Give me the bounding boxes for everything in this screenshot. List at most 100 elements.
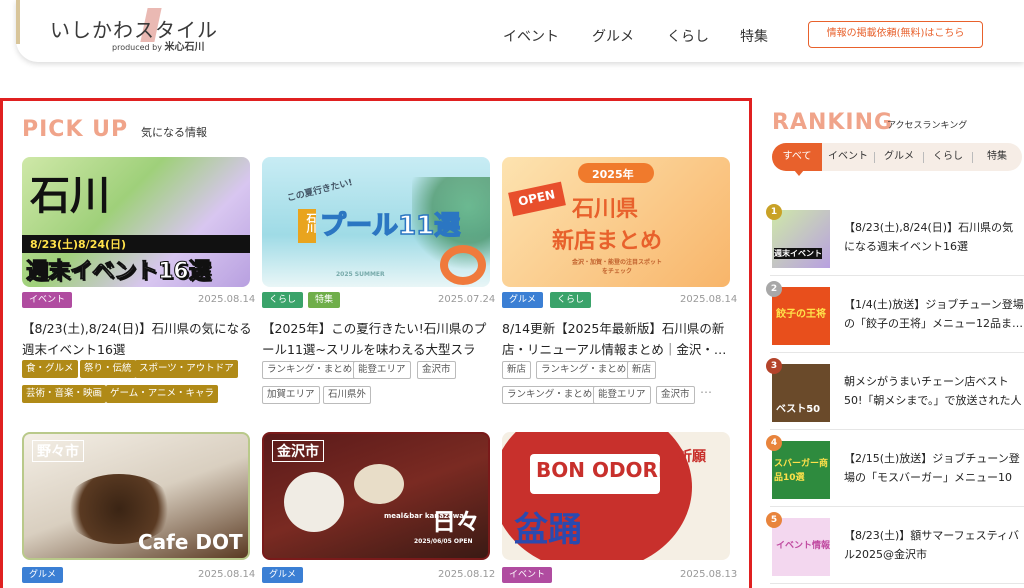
ranking-tab-gourmet[interactable]: グルメ: [875, 143, 923, 171]
more-tags-ellipsis[interactable]: …: [700, 382, 712, 396]
logo-producer: produced by 米心石川: [112, 38, 205, 53]
tag-art[interactable]: 芸術・音楽・映画: [22, 385, 107, 403]
thumb-caption: 週末イベント16選: [26, 259, 212, 285]
ranking-thumb-text: イベント情報: [776, 541, 830, 551]
card-thumbnail[interactable]: 石川 8/23(土)8/24(日) 週末イベント16選: [22, 157, 250, 287]
ranking-item[interactable]: 1 週末イベント 【8/23(土),8/24(日)】石川県の気になる週末イベント…: [766, 200, 1024, 276]
tag-noto[interactable]: 能登エリア: [593, 386, 651, 404]
tag-kaga[interactable]: 加賀エリア: [262, 386, 320, 404]
post-date: 2025.08.13: [680, 569, 738, 580]
ranking-item-title[interactable]: 【2/15(土)放送】ジョブチューン登場の「モスバーガー」メニュー10品…: [844, 449, 1024, 489]
ranking-thumbnail[interactable]: スバーガー商品10選: [772, 441, 830, 499]
thumb-heading: 日々: [432, 508, 480, 536]
tag-ranking[interactable]: ランキング・まとめ: [536, 361, 632, 379]
rank-number: 5: [766, 512, 782, 528]
thumb-region: 石川: [304, 213, 315, 233]
thumb-heading: BON ODORI: [536, 458, 666, 482]
post-date: 2025.08.14: [198, 569, 256, 580]
thumb-dates: 8/23(土)8/24(日): [30, 238, 127, 251]
ranking-tab-feature[interactable]: 特集: [973, 143, 1021, 171]
category-badge-gourmet[interactable]: グルメ: [502, 292, 544, 308]
nav-gourmet[interactable]: グルメ: [592, 26, 634, 46]
ranking-item-title[interactable]: 朝メシがうまいチェーン店ベスト50!「朝メシまで。」で放送された人気…: [844, 372, 1024, 412]
nav-event[interactable]: イベント: [503, 26, 559, 46]
ranking-subtitle: アクセスランキング: [887, 121, 968, 131]
header-accent-bar: [16, 0, 20, 44]
tag-festival[interactable]: 祭り・伝統: [80, 360, 136, 378]
tag-ranking[interactable]: ランキング・まとめ: [502, 386, 598, 404]
rank-number: 1: [766, 204, 782, 220]
rank-number: 2: [766, 281, 782, 297]
ranking-item[interactable]: 3 ベスト50 朝メシがうまいチェーン店ベスト50!「朝メシまで。」で放送された…: [766, 354, 1024, 430]
thumb-prayer: 祈願: [678, 449, 706, 465]
pickup-subtitle: 気になる情報: [141, 126, 207, 139]
post-date: 2025.08.12: [438, 569, 496, 580]
card-thumbnail[interactable]: 2025年 OPEN 石川県 新店まとめ 金沢・加賀・能登の注目スポットをチェッ…: [502, 157, 730, 287]
tag-kanazawa[interactable]: 金沢市: [656, 386, 695, 404]
thumb-open-date: 2025/06/05 OPEN: [414, 538, 473, 545]
category-badge-life[interactable]: くらし: [262, 292, 304, 308]
tag-outside[interactable]: 石川県外: [323, 386, 372, 404]
post-date: 2025.07.24: [438, 294, 496, 305]
ranking-tab-all[interactable]: すべて: [772, 143, 822, 171]
thumb-heading: 石川県: [572, 197, 639, 222]
ranking-thumbnail[interactable]: イベント情報: [772, 518, 830, 576]
thumb-tagline: この夏行きたい!: [286, 177, 354, 204]
active-tab-pointer: [794, 170, 804, 176]
ranking-item-title[interactable]: 【1/4(土)放送】ジョブチューン登場の「餃子の王将」メニュー12品ま…: [844, 295, 1024, 333]
thumb-area: 野々市: [32, 440, 84, 462]
card-title[interactable]: 【2025年】この夏行きたい!石川県のプール11選~スリルを味わえる大型スライ…: [262, 318, 492, 360]
ranking-tab-event[interactable]: イベント: [822, 143, 874, 171]
card-thumbnail[interactable]: BON ODORI 祈願 盆踊: [502, 432, 730, 560]
logo-producer-name: 米心石川: [164, 42, 205, 53]
thumb-heading: プール11選: [319, 210, 461, 242]
ranking-tab-life[interactable]: くらし: [924, 143, 972, 171]
category-badge-event[interactable]: イベント: [22, 292, 73, 308]
category-badge-gourmet[interactable]: グルメ: [22, 567, 64, 583]
post-date: 2025.08.14: [680, 294, 738, 305]
ranking-item[interactable]: 2 餃子の王将 【1/4(土)放送】ジョブチューン登場の「餃子の王将」メニュー1…: [766, 277, 1024, 353]
card-thumbnail[interactable]: この夏行きたい! 石川 プール11選 2025 SUMMER: [262, 157, 490, 287]
tag-new-shop[interactable]: 新店: [627, 361, 657, 379]
category-badge-life[interactable]: くらし: [550, 292, 592, 308]
thumb-kanji: 盆踊: [514, 510, 582, 550]
ranking-item[interactable]: 4 スバーガー商品10選 【2/15(土)放送】ジョブチューン登場の「モスバーガ…: [766, 431, 1024, 507]
category-badge-feature[interactable]: 特集: [308, 292, 341, 308]
ranking-item[interactable]: 5 イベント情報 【8/23(土)】額サマーフェスティバル2025@金沢市: [766, 508, 1024, 584]
tag-noto[interactable]: 能登エリア: [353, 361, 411, 379]
post-date: 2025.08.14: [198, 294, 256, 305]
ranking-item-title[interactable]: 【8/23(土)】額サマーフェスティバル2025@金沢市: [844, 526, 1024, 564]
tag-game[interactable]: ゲーム・アニメ・キャラ: [106, 385, 219, 403]
thumb-heading: 石川: [30, 173, 110, 219]
ranking-tabs: すべて イベント グルメ くらし 特集: [772, 143, 1022, 171]
tag-sports[interactable]: スポーツ・アウトドア: [135, 360, 238, 378]
card-thumbnail[interactable]: 金沢市 meal&bar kanazawa 日々 2025/06/05 OPEN: [262, 432, 490, 560]
ranking-thumbnail[interactable]: ベスト50: [772, 364, 830, 422]
ranking-thumb-text: 餃子の王将: [776, 309, 826, 320]
tag-new-shop[interactable]: 新店: [502, 361, 532, 379]
ranking-thumb-text: スバーガー商品10選: [774, 459, 829, 483]
card-title[interactable]: 8/14更新【2025年最新版】石川県の新店・リニューアル情報まとめ｜金沢・…: [502, 318, 732, 360]
tag-ranking[interactable]: ランキング・まとめ: [262, 361, 358, 379]
thumb-area: 金沢市: [272, 440, 324, 462]
ranking-thumbnail[interactable]: 餃子の王将: [772, 287, 830, 345]
pickup-title: PICK UP: [22, 117, 129, 142]
card-thumbnail[interactable]: 野々市 Cafe DOT: [22, 432, 250, 560]
nav-feature[interactable]: 特集: [740, 26, 768, 46]
rank-number: 3: [766, 358, 782, 374]
nav-life[interactable]: くらし: [667, 26, 709, 46]
card-title[interactable]: 【8/23(土),8/24(日)】石川県の気になる週末イベント16選: [22, 318, 252, 360]
logo-producer-prefix: produced by: [112, 43, 162, 52]
ranking-item-title[interactable]: 【8/23(土),8/24(日)】石川県の気になる週末イベント16選: [844, 218, 1024, 256]
category-badge-gourmet[interactable]: グルメ: [262, 567, 304, 583]
listing-request-button[interactable]: 情報の掲載依頼(無料)はこちら: [808, 21, 983, 48]
thumb-caption: 金沢・加賀・能登の注目スポットをチェック: [572, 259, 663, 275]
tag-food[interactable]: 食・グルメ: [22, 360, 78, 378]
rank-number: 4: [766, 435, 782, 451]
ranking-thumbnail[interactable]: 週末イベント: [772, 210, 830, 268]
ranking-thumb-text: 週末イベント: [774, 248, 822, 259]
tag-kanazawa[interactable]: 金沢市: [417, 361, 456, 379]
category-badge-event[interactable]: イベント: [502, 567, 553, 583]
thumb-season: 2025 SUMMER: [336, 271, 385, 278]
thumb-year: 2025年: [592, 168, 634, 181]
